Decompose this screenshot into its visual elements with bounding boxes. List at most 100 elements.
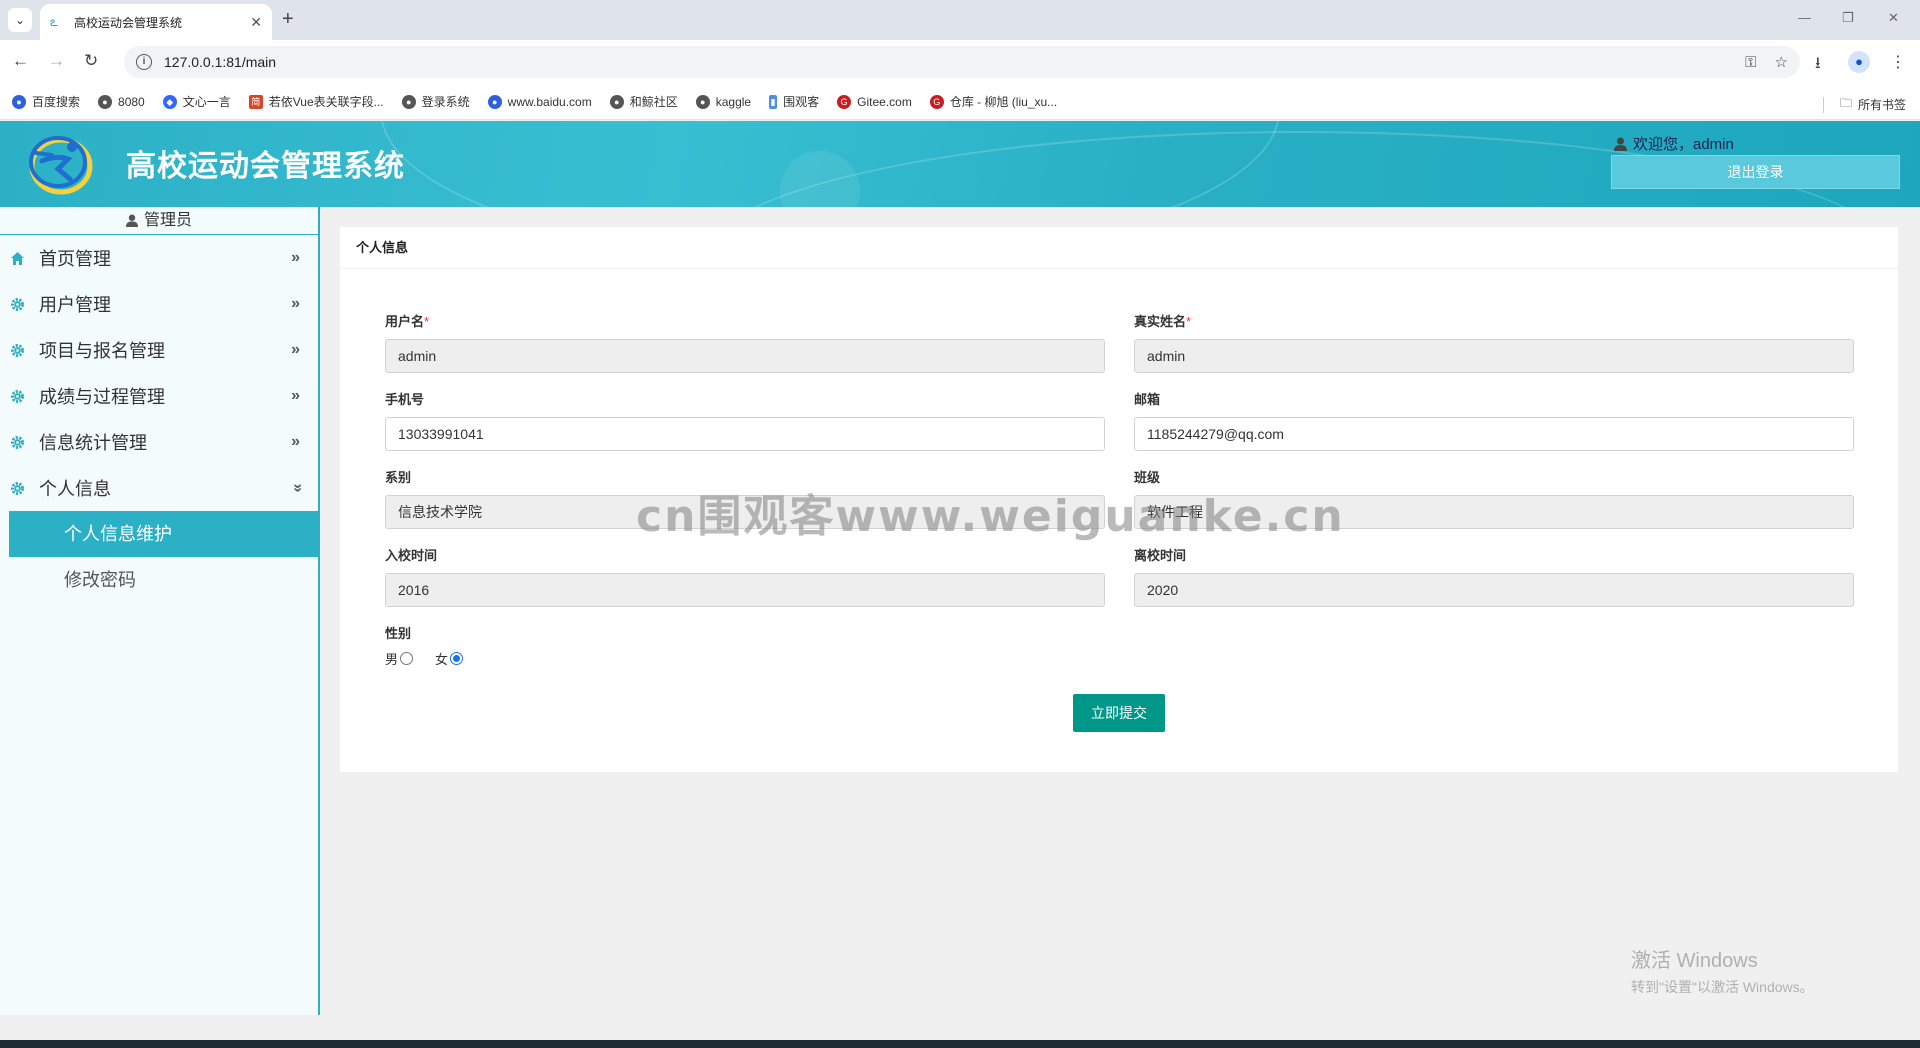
minimize-icon[interactable]: — [1798,10,1811,25]
restore-icon[interactable]: ❐ [1842,10,1854,26]
enroll-year-label: 入校时间 [385,548,438,563]
leave-year-input[interactable] [1134,573,1854,607]
gender-female-radio[interactable] [450,652,464,665]
gear-icon [11,481,24,495]
forward-icon[interactable]: → [48,51,65,71]
sidebar-item-users[interactable]: 用户管理 » [0,281,318,327]
submit-button[interactable]: 立即提交 [1073,694,1165,732]
window-close-icon[interactable]: ✕ [1888,10,1899,26]
sidebar-item-label: 项目与报名管理 [39,341,165,361]
windows-activation-notice: 激活 Windows 转到"设置"以激活 Windows。 [1631,944,1814,997]
chevron-double-down-icon: » [289,483,307,493]
back-icon[interactable]: ← [12,51,29,71]
folder-icon: 🗀 [1839,96,1852,110]
activation-hint: 转到"设置"以激活 Windows。 [1631,979,1814,995]
sidebar-role: 管理员 [0,207,318,235]
new-tab-icon[interactable]: + [282,8,294,30]
globe-icon: ● [98,94,113,109]
globe-icon: ● [609,94,624,109]
gear-icon [11,343,24,357]
address-bar[interactable]: i 127.0.0.1:81/main ⚿ ☆ [124,46,1800,78]
gitee-icon: G [837,94,852,109]
sidebar-item-projects[interactable]: 项目与报名管理 » [0,327,318,373]
email-input[interactable] [1134,417,1854,451]
role-label: 管理员 [143,211,192,229]
bookmark-item[interactable]: ◆ 文心一言 [162,93,231,110]
bookmark-item[interactable]: ● 登录系统 [401,93,470,110]
email-field-group: 邮箱 [1134,389,1854,451]
realname-input[interactable] [1134,339,1854,373]
sidebar-item-home[interactable]: 首页管理 » [0,235,318,281]
bookmark-item[interactable]: ● 和鲸社区 [609,93,678,110]
gender-radio-group: 男 女 [385,649,485,668]
bookmark-item[interactable]: 简若依Vue表关联字段... [248,93,384,110]
bookmark-icon: 简 [248,94,263,109]
gender-female-label: 女 [435,652,449,667]
gear-icon [11,297,24,311]
bookmarks-bar: ● 百度搜索 ● 8080 ◆ 文心一言 简若依Vue表关联字段... ● 登录系统 ●… [0,84,1920,120]
sidebar-subitem-profile-edit[interactable]: 个人信息维护 [9,511,318,557]
leave-year-field-group: 离校时间 [1134,545,1854,607]
panel-title: 个人信息 [340,227,1898,269]
bookmark-item[interactable]: ● 8080 [98,94,145,109]
browser-tab[interactable]: ఽ 高校运动会管理系统 ✕ [40,4,272,40]
all-bookmarks[interactable]: 🗀 所有书签 [1822,94,1906,115]
logout-button[interactable]: 退出登录 [1611,155,1900,189]
sidebar-item-label: 用户管理 [39,295,111,315]
url-text[interactable]: 127.0.0.1:81/main [164,54,1727,70]
sidebar-item-profile[interactable]: 个人信息 » [0,465,318,511]
bookmark-item[interactable]: ▮ 围观客 [769,93,819,110]
divider [1822,96,1824,113]
gear-icon [11,389,24,403]
sidebar-item-label: 个人信息 [39,479,111,499]
download-icon[interactable]: ⭳ [1815,52,1821,79]
enroll-year-input[interactable] [385,573,1105,607]
password-key-icon[interactable]: ⚿ [1745,54,1756,71]
site-info-icon[interactable]: i [136,54,152,70]
chevron-double-right-icon: » [291,295,300,312]
bookmark-item[interactable]: ● 百度搜索 [12,93,80,110]
browser-tab-strip: ⌄ ఽ 高校运动会管理系统 ✕ + — ❐ ✕ [0,0,1920,40]
watermark-text: cn围观客www.weiguanke.cn [636,491,1345,542]
email-label: 邮箱 [1134,392,1161,407]
tab-search-icon[interactable]: ⌄ [8,8,32,32]
sidebar-item-scores[interactable]: 成绩与过程管理 » [0,373,318,419]
bookmark-item[interactable]: G Gitee.com [837,94,912,109]
chevron-double-right-icon: » [291,433,300,450]
gender-field-group: 性别 [385,623,411,641]
address-toolbar: ← → ↻ i 127.0.0.1:81/main ⚿ ☆ ⭳ ● ⋮ [0,40,1920,84]
realname-field-group: 真实姓名* [1134,311,1854,373]
bookmark-item[interactable]: ● www.baidu.com [487,94,592,109]
enroll-year-field-group: 入校时间 [385,545,1105,607]
sidebar-item-label: 信息统计管理 [39,433,147,453]
sidebar-item-label: 首页管理 [39,249,111,269]
sidebar: 管理员 首页管理 » 用户管理 » 项目与报名管理 » 成绩与过程管理 » 信息… [0,207,320,1015]
welcome-text: 欢迎您，admin [1614,133,1734,154]
app-logo-icon [29,136,93,195]
gear-icon [11,435,24,449]
app-title: 高校运动会管理系统 [126,150,405,183]
sidebar-subitem-change-password[interactable]: 修改密码 [9,557,318,603]
chevron-double-right-icon: » [291,249,300,266]
bookmark-item[interactable]: ● kaggle [695,94,751,109]
gender-male-label: 男 [385,652,399,667]
bookmark-star-icon[interactable]: ☆ [1775,53,1788,71]
profile-avatar-icon[interactable]: ● [1848,51,1870,73]
user-icon [1614,137,1627,151]
phone-field-group: 手机号 [385,389,1105,451]
sidebar-item-label: 成绩与过程管理 [39,387,165,407]
browser-menu-icon[interactable]: ⋮ [1890,52,1906,72]
phone-input[interactable] [385,417,1105,451]
tab-close-icon[interactable]: ✕ [250,14,262,31]
sidebar-item-statistics[interactable]: 信息统计管理 » [0,419,318,465]
globe-icon: ● [401,94,416,109]
bookmark-item[interactable]: G 仓库 - 柳旭 (liu_xu... [929,93,1057,110]
bookmark-icon: ▮ [769,94,778,109]
phone-label: 手机号 [385,392,425,407]
all-bookmarks-label: 所有书签 [1857,98,1906,112]
username-label: 用户名* [385,314,430,329]
gender-male-radio[interactable] [400,652,414,665]
leave-year-label: 离校时间 [1134,548,1187,563]
username-input[interactable] [385,339,1105,373]
reload-icon[interactable]: ↻ [84,51,98,71]
